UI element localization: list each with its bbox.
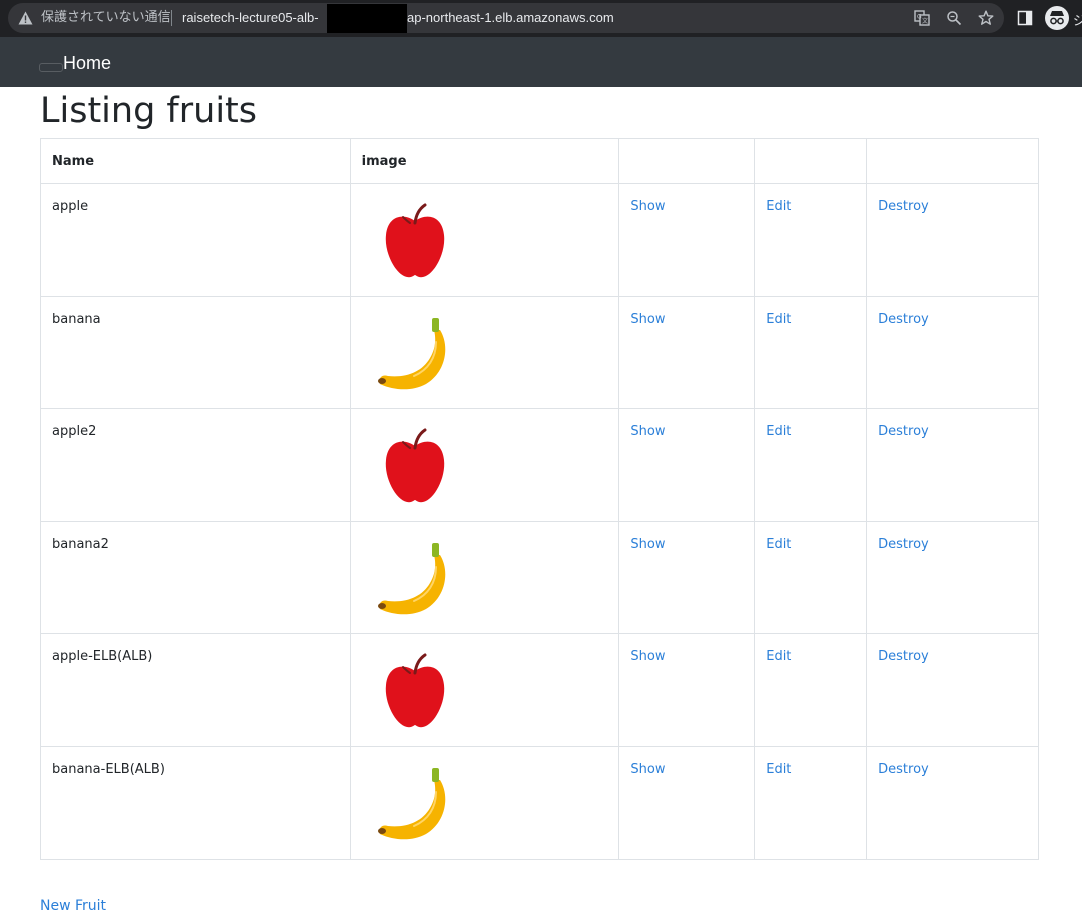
edit-cell: Edit (754, 183, 868, 297)
fruit-image-cell (349, 745, 620, 860)
fruit-image-cell (349, 183, 620, 297)
show-link[interactable]: Show (630, 537, 665, 552)
page-title: Listing fruits (40, 91, 258, 131)
destroy-link[interactable]: Destroy (878, 312, 929, 327)
table-row: apple2 Show Edit Destroy (40, 408, 1039, 522)
edit-link[interactable]: Edit (766, 649, 791, 664)
show-link[interactable]: Show (630, 312, 665, 327)
fruit-name: apple-ELB(ALB) (40, 633, 351, 747)
destroy-link[interactable]: Destroy (878, 537, 929, 552)
destroy-link[interactable]: Destroy (878, 424, 929, 439)
fruit-name: apple (40, 183, 351, 297)
translate-icon[interactable]: G 文 (914, 10, 930, 26)
browser-menu-label[interactable]: ジ (1073, 10, 1082, 29)
destroy-cell: Destroy (866, 408, 1039, 522)
header-empty (754, 138, 868, 184)
edit-link[interactable]: Edit (766, 762, 791, 777)
show-cell: Show (618, 745, 756, 860)
show-link[interactable]: Show (630, 649, 665, 664)
home-link[interactable]: Home (63, 52, 111, 74)
new-fruit-link[interactable]: New Fruit (40, 898, 106, 914)
show-cell: Show (618, 295, 756, 410)
warning-icon[interactable] (18, 11, 33, 25)
destroy-cell: Destroy (866, 520, 1039, 635)
show-cell: Show (618, 633, 756, 747)
edit-cell: Edit (754, 520, 868, 635)
fruit-name: banana (40, 295, 351, 410)
url-domain[interactable]: ap-northeast-1.elb.amazonaws.com (407, 10, 614, 26)
url-host[interactable]: raisetech-lecture05-alb- (182, 10, 319, 26)
destroy-cell: Destroy (866, 633, 1039, 747)
zoom-icon[interactable] (946, 10, 962, 26)
header-empty (866, 138, 1039, 184)
edit-cell: Edit (754, 295, 868, 410)
table-row: banana-ELB(ALB) Show Edit Destroy (40, 745, 1039, 860)
show-link[interactable]: Show (630, 762, 665, 777)
destroy-link[interactable]: Destroy (878, 199, 929, 214)
url-separator (171, 10, 172, 26)
destroy-cell: Destroy (866, 295, 1039, 410)
show-link[interactable]: Show (630, 199, 665, 214)
fruit-image-cell (349, 295, 620, 410)
show-cell: Show (618, 520, 756, 635)
fruit-image-cell (349, 408, 620, 522)
edit-link[interactable]: Edit (766, 199, 791, 214)
security-status[interactable]: 保護されていない通信 (41, 10, 171, 26)
table-header-row: Name image (40, 138, 1039, 184)
header-empty (618, 138, 756, 184)
table-row: apple Show Edit Destroy (40, 183, 1039, 297)
show-link[interactable]: Show (630, 424, 665, 439)
show-cell: Show (618, 183, 756, 297)
fruit-name: apple2 (40, 408, 351, 522)
apple-icon (385, 428, 444, 503)
svg-text:文: 文 (922, 17, 928, 25)
fruit-image-cell (349, 633, 620, 747)
browser-chrome: 保護されていない通信 raisetech-lecture05-alb- ap-n… (0, 0, 1082, 37)
incognito-avatar-icon[interactable] (1045, 6, 1069, 30)
edit-link[interactable]: Edit (766, 537, 791, 552)
navbar-toggler[interactable] (39, 63, 63, 72)
edit-link[interactable]: Edit (766, 312, 791, 327)
banana-icon (377, 317, 445, 389)
banana-icon (377, 767, 445, 840)
edit-cell: Edit (754, 408, 868, 522)
fruit-name: banana2 (40, 520, 351, 635)
apple-icon (385, 203, 444, 278)
app-navbar: Home (0, 37, 1082, 87)
bookmark-star-icon[interactable] (978, 10, 994, 26)
header-name: Name (40, 138, 351, 184)
apple-icon (385, 653, 444, 728)
edit-cell: Edit (754, 745, 868, 860)
destroy-link[interactable]: Destroy (878, 649, 929, 664)
address-bar[interactable]: 保護されていない通信 raisetech-lecture05-alb- ap-n… (8, 3, 1004, 33)
fruit-image-cell (349, 520, 620, 635)
table-row: banana2 Show Edit Destroy (40, 520, 1039, 635)
destroy-cell: Destroy (866, 745, 1039, 860)
fruit-name: banana-ELB(ALB) (40, 745, 351, 860)
show-cell: Show (618, 408, 756, 522)
edit-link[interactable]: Edit (766, 424, 791, 439)
header-image: image (349, 138, 620, 184)
destroy-link[interactable]: Destroy (878, 762, 929, 777)
banana-icon (377, 542, 445, 615)
fruits-table: Name image apple Show Edit Destroy banana Sho… (40, 138, 1039, 860)
table-row: banana Show Edit Destroy (40, 295, 1039, 410)
destroy-cell: Destroy (866, 183, 1039, 297)
edit-cell: Edit (754, 633, 868, 747)
table-body: apple Show Edit Destroy banana Show Edit Destro… (40, 183, 1039, 860)
table-row: apple-ELB(ALB) Show Edit Destroy (40, 633, 1039, 747)
url-redaction (327, 4, 407, 33)
side-panel-icon[interactable] (1017, 10, 1033, 26)
